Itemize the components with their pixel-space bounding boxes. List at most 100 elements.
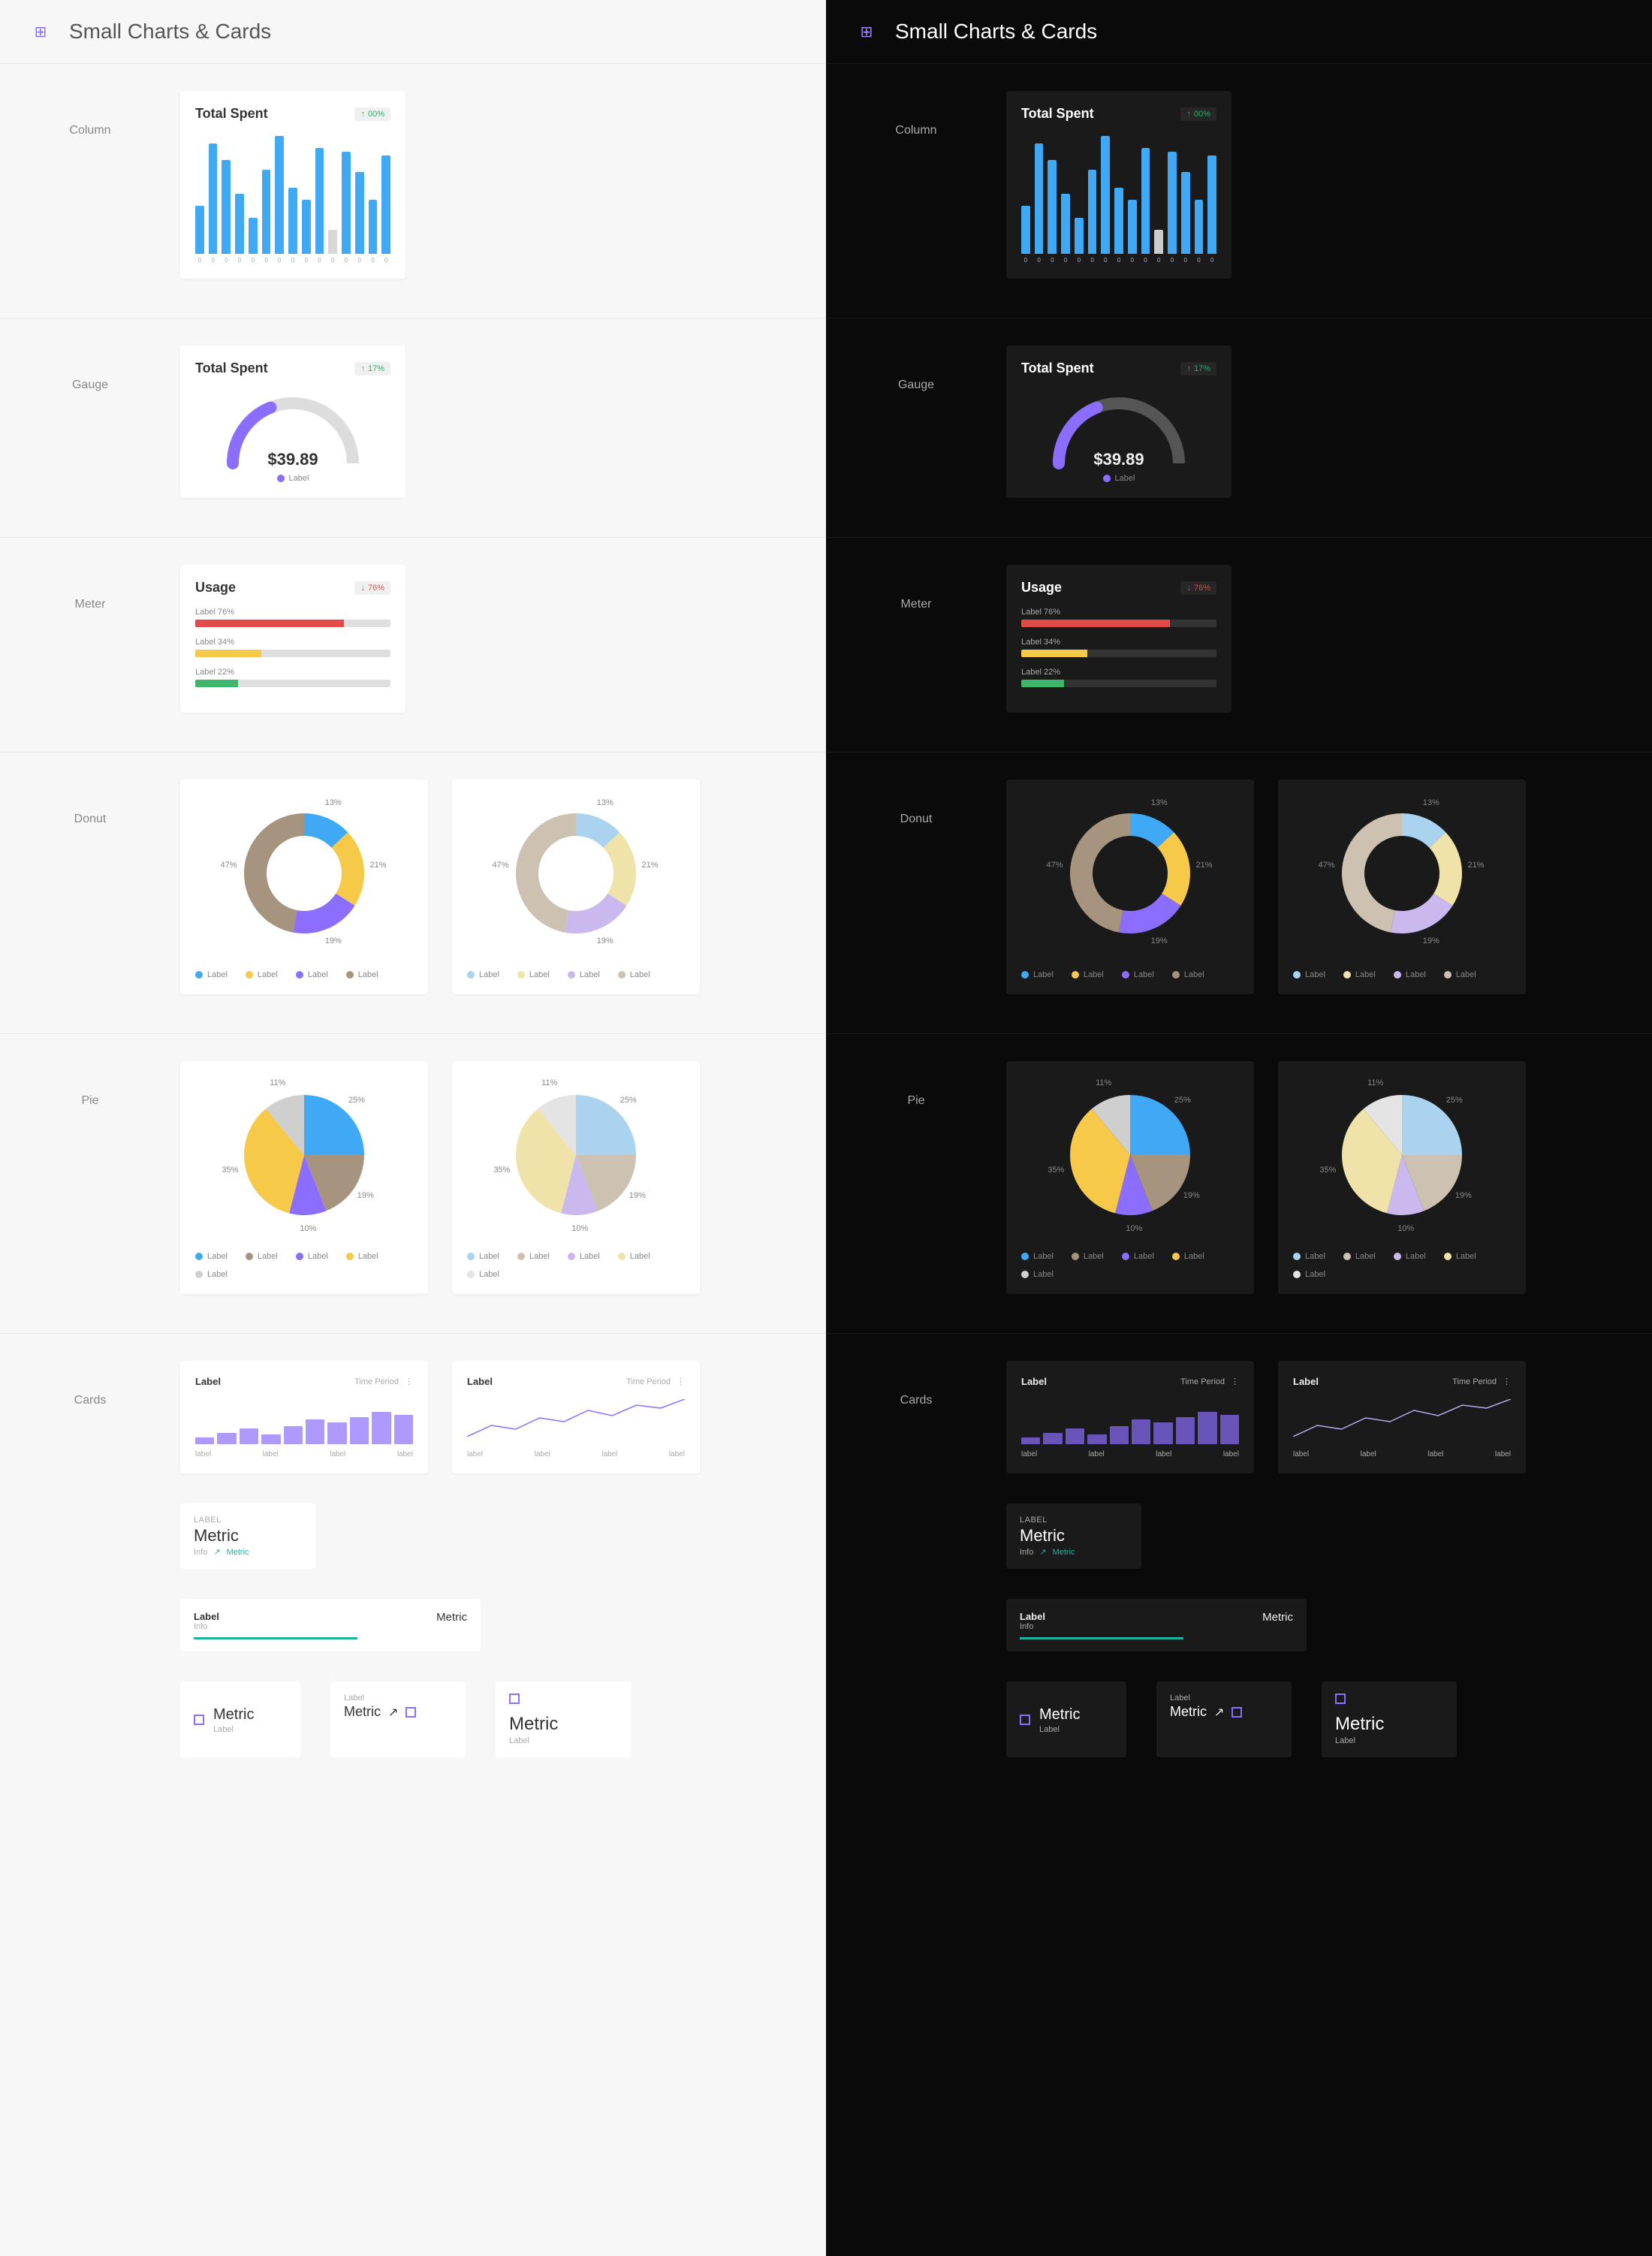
page-title: Small Charts & Cards <box>69 20 271 44</box>
legend-item: Label <box>618 1252 650 1261</box>
square-icon <box>194 1715 204 1725</box>
row-cards: Cards Label Time Period labellabellabell… <box>0 1333 826 1796</box>
row-meter: Meter Usage 76% Label 76% Label 34% Labe… <box>0 537 826 752</box>
pie-card[interactable]: 25%19%10%35%11% LabelLabelLabelLabelLabe… <box>452 1061 700 1294</box>
gauge-value: $39.89 <box>195 450 390 469</box>
small-metric-card[interactable]: MetricLabel <box>1006 1681 1126 1757</box>
trend-up-icon: ↗ <box>1214 1705 1224 1720</box>
legend-item: Label <box>1172 1252 1204 1261</box>
row-donut: Donut 13%21%19%47% LabelLabelLabelLabel … <box>0 752 826 1033</box>
legend-item: Label <box>1293 1252 1325 1261</box>
legend-item: Label <box>1072 1252 1104 1261</box>
legend-item: Label <box>246 1252 278 1261</box>
legend-item: Label <box>1293 970 1325 979</box>
square-icon <box>1335 1694 1346 1704</box>
spark-line-card[interactable]: Label Time Period labellabellabellabel <box>452 1361 700 1473</box>
metric-card[interactable]: LABEL Metric Info↗Metric <box>180 1503 315 1569</box>
column-chart-card[interactable]: Total Spent 00% 000000000000000 <box>1006 91 1231 279</box>
meter-row: Label 76% <box>195 608 390 627</box>
square-icon <box>509 1694 520 1704</box>
pie-card[interactable]: 25%19%10%35%11% LabelLabelLabelLabelLabe… <box>1006 1061 1254 1294</box>
metric-bar-card[interactable]: LabelInfoMetric <box>180 1599 481 1651</box>
spark-column-card[interactable]: Label Time Period labellabellabellabel <box>1006 1361 1254 1473</box>
gauge-card[interactable]: Total Spent 17% $39.89 Label <box>1006 345 1231 498</box>
column-chart <box>1021 134 1216 254</box>
legend-item: Label <box>1021 1270 1054 1279</box>
trend-up-icon: ↗ <box>1039 1547 1046 1557</box>
row-meter: Meter Usage 76% Label 76% Label 34% Labe… <box>826 537 1652 752</box>
legend-item: Label <box>467 1270 499 1279</box>
legend-item: Label <box>1021 1252 1054 1261</box>
donut-card[interactable]: 13%21%19%47% LabelLabelLabelLabel <box>452 780 700 994</box>
legend-item: Label <box>1122 1252 1154 1261</box>
card-title: Total Spent <box>1021 106 1094 122</box>
more-icon[interactable] <box>405 1377 413 1386</box>
small-metric-card[interactable]: Label Metric↗ <box>1156 1681 1292 1757</box>
small-metric-card[interactable]: Metric Label <box>496 1681 631 1757</box>
legend-item: Label <box>517 970 550 979</box>
light-panel: ⊞ Small Charts & Cards Column Total Spen… <box>0 0 826 2256</box>
row-label: Column <box>0 64 180 318</box>
legend-item: Label <box>1293 1270 1325 1279</box>
legend-item: Label <box>568 970 600 979</box>
legend-item: Label <box>517 1252 550 1261</box>
meter-row: Label 22% <box>1021 668 1216 687</box>
square-icon <box>405 1707 416 1718</box>
legend-item: Label <box>195 1252 228 1261</box>
dark-panel: ⊞ Small Charts & Cards Column Total Spen… <box>826 0 1652 2256</box>
legend-item: Label <box>1343 1252 1376 1261</box>
delta-badge: 76% <box>354 581 390 595</box>
row-label: Column <box>826 64 1006 318</box>
legend-item: Label <box>195 1270 228 1279</box>
layout-icon: ⊞ <box>853 18 880 45</box>
gauge-card[interactable]: Total Spent 17% $39.89 Label <box>180 345 405 498</box>
legend-item: Label <box>1394 970 1426 979</box>
legend-item: Label <box>296 1252 328 1261</box>
more-icon[interactable] <box>1503 1377 1511 1386</box>
small-metric-card[interactable]: Label Metric↗ <box>330 1681 466 1757</box>
page-title: Small Charts & Cards <box>895 20 1097 44</box>
metric-card[interactable]: LABEL Metric Info↗Metric <box>1006 1503 1141 1569</box>
meter-card[interactable]: Usage 76% Label 76% Label 34% Label 22% <box>1006 565 1231 713</box>
donut-card[interactable]: 13%21%19%47% LabelLabelLabelLabel <box>1006 780 1254 994</box>
arrow-up-icon <box>1186 110 1191 119</box>
legend-item: Label <box>246 970 278 979</box>
small-metric-card[interactable]: MetricLabel <box>180 1681 300 1757</box>
delta-badge: 76% <box>1180 581 1216 595</box>
legend-item: Label <box>467 1252 499 1261</box>
arrow-up-icon <box>360 110 365 119</box>
more-icon[interactable] <box>677 1377 685 1386</box>
small-metric-card[interactable]: Metric Label <box>1322 1681 1457 1757</box>
row-column: Column Total Spent 00% 000000000000000 <box>0 63 826 318</box>
arrow-up-icon <box>360 364 365 373</box>
square-icon <box>1020 1715 1030 1725</box>
gauge-value: $39.89 <box>1021 450 1216 469</box>
row-label: Gauge <box>0 318 180 537</box>
legend-item: Label <box>1394 1252 1426 1261</box>
donut-card[interactable]: 13%21%19%47% LabelLabelLabelLabel <box>180 780 428 994</box>
meter-card[interactable]: Usage 76% Label 76% Label 34% Label 22% <box>180 565 405 713</box>
legend-item: Label <box>467 970 499 979</box>
row-label: Gauge <box>826 318 1006 537</box>
delta-badge: 00% <box>354 107 390 121</box>
pie-card[interactable]: 25%19%10%35%11% LabelLabelLabelLabelLabe… <box>180 1061 428 1294</box>
legend-item: Label <box>1072 970 1104 979</box>
column-chart <box>195 134 390 254</box>
metric-bar-card[interactable]: LabelInfoMetric <box>1006 1599 1307 1651</box>
donut-card[interactable]: 13%21%19%47% LabelLabelLabelLabel <box>1278 780 1526 994</box>
pie-card[interactable]: 25%19%10%35%11% LabelLabelLabelLabelLabe… <box>1278 1061 1526 1294</box>
spark-line-card[interactable]: Label Time Period labellabellabellabel <box>1278 1361 1526 1473</box>
meter-row: Label 34% <box>195 638 390 657</box>
trend-up-icon: ↗ <box>388 1705 398 1720</box>
row-cards: Cards Label Time Period labellabellabell… <box>826 1333 1652 1796</box>
more-icon[interactable] <box>1231 1377 1239 1386</box>
row-pie: Pie 25%19%10%35%11% LabelLabelLabelLabel… <box>826 1033 1652 1333</box>
trend-up-icon: ↗ <box>213 1547 220 1557</box>
arrow-down-icon <box>360 584 365 593</box>
legend-item: Label <box>1343 970 1376 979</box>
spark-column-card[interactable]: Label Time Period labellabellabellabel <box>180 1361 428 1473</box>
card-title: Total Spent <box>195 106 268 122</box>
legend-item: Label <box>346 1252 378 1261</box>
column-chart-card[interactable]: Total Spent 00% 000000000000000 <box>180 91 405 279</box>
arrow-down-icon <box>1186 584 1191 593</box>
